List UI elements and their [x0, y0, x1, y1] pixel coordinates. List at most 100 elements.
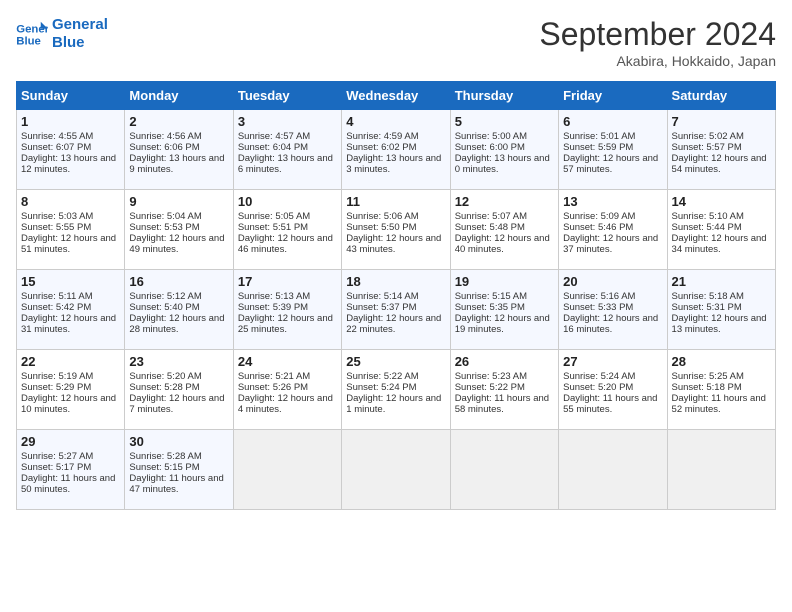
day-number: 11 — [346, 194, 445, 209]
calendar-cell: 19Sunrise: 5:15 AMSunset: 5:35 PMDayligh… — [450, 270, 558, 350]
sunset: Sunset: 5:42 PM — [21, 302, 91, 313]
calendar-cell: 26Sunrise: 5:23 AMSunset: 5:22 PMDayligh… — [450, 350, 558, 430]
daylight: Daylight: 13 hours and 0 minutes. — [455, 153, 550, 175]
day-number: 14 — [672, 194, 771, 209]
day-number: 2 — [129, 114, 228, 129]
subtitle: Akabira, Hokkaido, Japan — [539, 53, 776, 69]
calendar-cell: 21Sunrise: 5:18 AMSunset: 5:31 PMDayligh… — [667, 270, 775, 350]
calendar-cell: 25Sunrise: 5:22 AMSunset: 5:24 PMDayligh… — [342, 350, 450, 430]
sunset: Sunset: 5:48 PM — [455, 222, 525, 233]
sunrise: Sunrise: 5:07 AM — [455, 211, 527, 222]
daylight: Daylight: 12 hours and 54 minutes. — [672, 153, 767, 175]
day-number: 8 — [21, 194, 120, 209]
day-number: 9 — [129, 194, 228, 209]
calendar-cell — [667, 430, 775, 510]
sunrise: Sunrise: 5:11 AM — [21, 291, 93, 302]
sunset: Sunset: 5:20 PM — [563, 382, 633, 393]
sunrise: Sunrise: 5:10 AM — [672, 211, 744, 222]
sunrise: Sunrise: 5:02 AM — [672, 131, 744, 142]
sunrise: Sunrise: 5:24 AM — [563, 371, 635, 382]
sunset: Sunset: 5:31 PM — [672, 302, 742, 313]
sunrise: Sunrise: 5:09 AM — [563, 211, 635, 222]
sunrise: Sunrise: 5:04 AM — [129, 211, 201, 222]
daylight: Daylight: 13 hours and 3 minutes. — [346, 153, 441, 175]
daylight: Daylight: 12 hours and 40 minutes. — [455, 233, 550, 255]
daylight: Daylight: 13 hours and 6 minutes. — [238, 153, 333, 175]
sunset: Sunset: 6:04 PM — [238, 142, 308, 153]
sunset: Sunset: 5:40 PM — [129, 302, 199, 313]
day-number: 21 — [672, 274, 771, 289]
sunrise: Sunrise: 4:59 AM — [346, 131, 418, 142]
sunrise: Sunrise: 5:12 AM — [129, 291, 201, 302]
sunset: Sunset: 6:02 PM — [346, 142, 416, 153]
week-row-1: 1Sunrise: 4:55 AMSunset: 6:07 PMDaylight… — [17, 110, 776, 190]
week-row-2: 8Sunrise: 5:03 AMSunset: 5:55 PMDaylight… — [17, 190, 776, 270]
calendar-cell — [342, 430, 450, 510]
calendar-cell: 29Sunrise: 5:27 AMSunset: 5:17 PMDayligh… — [17, 430, 125, 510]
daylight: Daylight: 12 hours and 51 minutes. — [21, 233, 116, 255]
header-cell-friday: Friday — [559, 82, 667, 110]
daylight: Daylight: 12 hours and 49 minutes. — [129, 233, 224, 255]
sunset: Sunset: 5:51 PM — [238, 222, 308, 233]
calendar-cell: 14Sunrise: 5:10 AMSunset: 5:44 PMDayligh… — [667, 190, 775, 270]
week-row-4: 22Sunrise: 5:19 AMSunset: 5:29 PMDayligh… — [17, 350, 776, 430]
sunrise: Sunrise: 4:56 AM — [129, 131, 201, 142]
calendar-cell: 2Sunrise: 4:56 AMSunset: 6:06 PMDaylight… — [125, 110, 233, 190]
sunset: Sunset: 5:22 PM — [455, 382, 525, 393]
header-cell-tuesday: Tuesday — [233, 82, 341, 110]
sunrise: Sunrise: 5:03 AM — [21, 211, 93, 222]
day-number: 17 — [238, 274, 337, 289]
calendar-cell: 17Sunrise: 5:13 AMSunset: 5:39 PMDayligh… — [233, 270, 341, 350]
day-number: 20 — [563, 274, 662, 289]
header-cell-monday: Monday — [125, 82, 233, 110]
header-cell-thursday: Thursday — [450, 82, 558, 110]
calendar-cell: 9 Sunrise: 5:04 AMSunset: 5:53 PMDaylight… — [125, 190, 233, 270]
sunrise: Sunrise: 5:01 AM — [563, 131, 635, 142]
sunset: Sunset: 5:46 PM — [563, 222, 633, 233]
day-number: 19 — [455, 274, 554, 289]
day-number: 16 — [129, 274, 228, 289]
day-number: 13 — [563, 194, 662, 209]
calendar-cell: 8 Sunrise: 5:03 AMSunset: 5:55 PMDaylight… — [17, 190, 125, 270]
daylight: Daylight: 12 hours and 7 minutes. — [129, 393, 224, 415]
logo-line2: Blue — [52, 34, 108, 52]
day-number: 23 — [129, 354, 228, 369]
calendar-cell: 13Sunrise: 5:09 AMSunset: 5:46 PMDayligh… — [559, 190, 667, 270]
sunset: Sunset: 5:26 PM — [238, 382, 308, 393]
sunset: Sunset: 5:17 PM — [21, 462, 91, 473]
sunset: Sunset: 5:24 PM — [346, 382, 416, 393]
sunset: Sunset: 5:33 PM — [563, 302, 633, 313]
calendar-cell: 28Sunrise: 5:25 AMSunset: 5:18 PMDayligh… — [667, 350, 775, 430]
header-row: SundayMondayTuesdayWednesdayThursdayFrid… — [17, 82, 776, 110]
calendar-cell: 15Sunrise: 5:11 AMSunset: 5:42 PMDayligh… — [17, 270, 125, 350]
sunset: Sunset: 5:53 PM — [129, 222, 199, 233]
page-header: General Blue General Blue September 2024… — [16, 16, 776, 69]
sunrise: Sunrise: 5:25 AM — [672, 371, 744, 382]
sunrise: Sunrise: 5:18 AM — [672, 291, 744, 302]
sunset: Sunset: 5:35 PM — [455, 302, 525, 313]
sunrise: Sunrise: 5:16 AM — [563, 291, 635, 302]
calendar-cell: 27Sunrise: 5:24 AMSunset: 5:20 PMDayligh… — [559, 350, 667, 430]
daylight: Daylight: 11 hours and 47 minutes. — [129, 473, 223, 495]
header-cell-saturday: Saturday — [667, 82, 775, 110]
calendar-cell: 10Sunrise: 5:05 AMSunset: 5:51 PMDayligh… — [233, 190, 341, 270]
sunrise: Sunrise: 5:21 AM — [238, 371, 310, 382]
calendar-cell: 1Sunrise: 4:55 AMSunset: 6:07 PMDaylight… — [17, 110, 125, 190]
sunset: Sunset: 5:18 PM — [672, 382, 742, 393]
logo-icon: General Blue — [16, 20, 48, 48]
daylight: Daylight: 13 hours and 9 minutes. — [129, 153, 224, 175]
calendar-cell: 30Sunrise: 5:28 AMSunset: 5:15 PMDayligh… — [125, 430, 233, 510]
calendar-cell: 24Sunrise: 5:21 AMSunset: 5:26 PMDayligh… — [233, 350, 341, 430]
sunset: Sunset: 6:00 PM — [455, 142, 525, 153]
sunset: Sunset: 5:50 PM — [346, 222, 416, 233]
daylight: Daylight: 12 hours and 4 minutes. — [238, 393, 333, 415]
calendar-cell: 12Sunrise: 5:07 AMSunset: 5:48 PMDayligh… — [450, 190, 558, 270]
calendar-cell: 11Sunrise: 5:06 AMSunset: 5:50 PMDayligh… — [342, 190, 450, 270]
calendar-cell: 23Sunrise: 5:20 AMSunset: 5:28 PMDayligh… — [125, 350, 233, 430]
daylight: Daylight: 12 hours and 43 minutes. — [346, 233, 441, 255]
calendar-cell: 6Sunrise: 5:01 AMSunset: 5:59 PMDaylight… — [559, 110, 667, 190]
daylight: Daylight: 11 hours and 55 minutes. — [563, 393, 657, 415]
sunset: Sunset: 5:55 PM — [21, 222, 91, 233]
day-number: 3 — [238, 114, 337, 129]
logo: General Blue General Blue — [16, 16, 108, 52]
